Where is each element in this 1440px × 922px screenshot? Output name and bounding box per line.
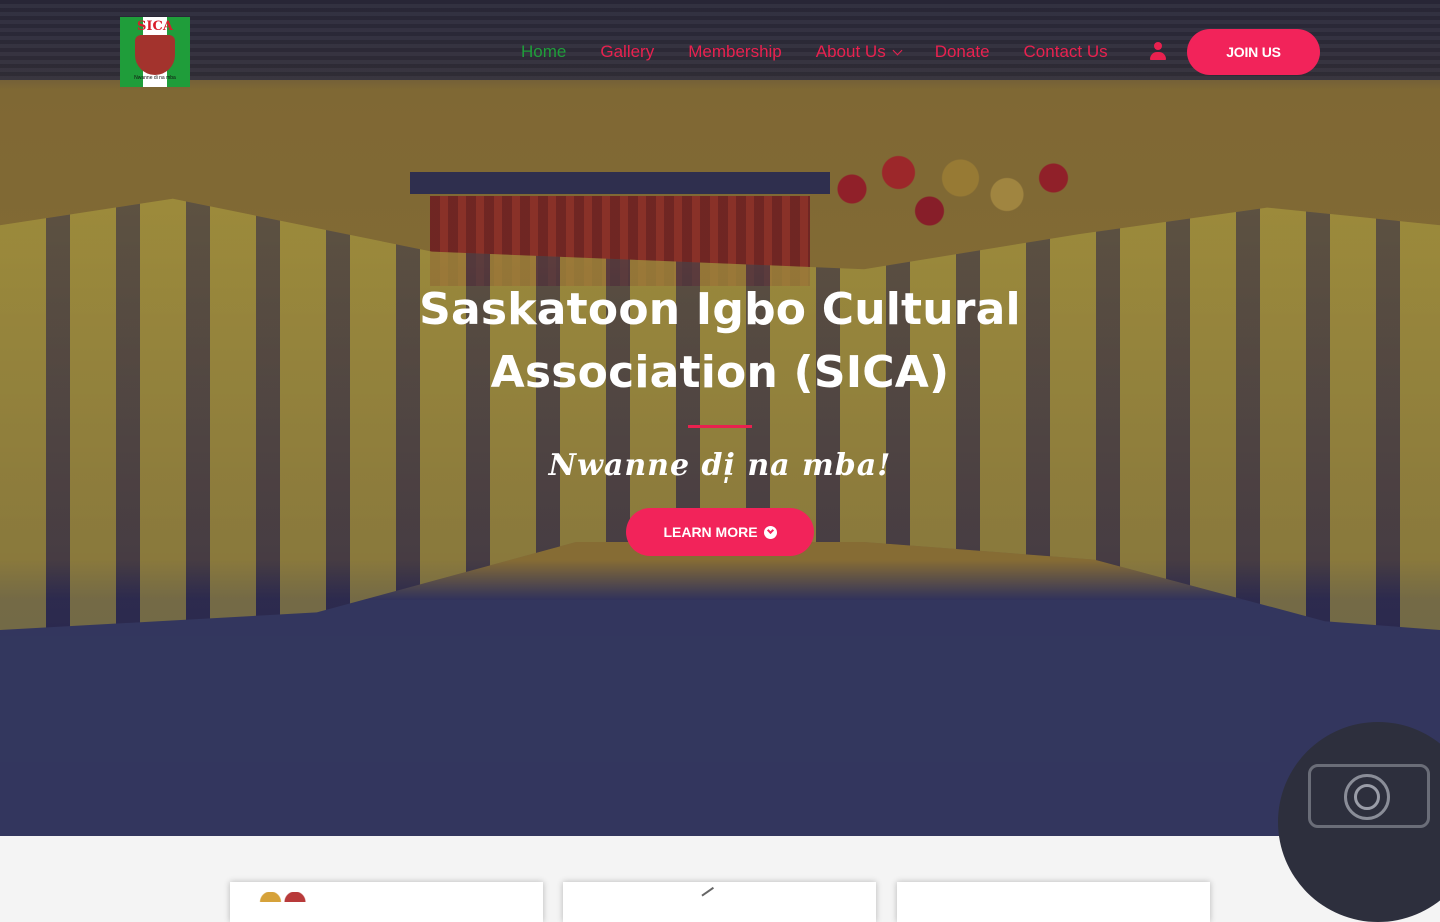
nav-item-donate[interactable]: Donate: [935, 42, 990, 62]
camera-lens-inner: [1354, 784, 1380, 810]
hero-title: Saskatoon Igbo Cultural Association (SIC…: [419, 284, 1021, 398]
nav-item-home[interactable]: Home: [521, 42, 566, 62]
hero-tagline: Nwanne di̩ na mba!: [548, 448, 892, 483]
hero-background: [0, 0, 1440, 836]
hero-overlay: [0, 0, 1440, 836]
learn-more-button[interactable]: LEARN MORE: [626, 508, 814, 556]
card-3[interactable]: [897, 882, 1210, 922]
user-icon-head: [1154, 42, 1162, 50]
card-2-image: [701, 886, 719, 904]
user-icon-body: [1150, 52, 1166, 60]
logo-shield-icon: [135, 35, 175, 75]
learn-more-label: LEARN MORE: [663, 524, 758, 540]
card-1-image: [246, 892, 316, 902]
nav-item-contact-us[interactable]: Contact Us: [1024, 42, 1108, 62]
card-1[interactable]: [230, 882, 543, 922]
site-logo[interactable]: SICA Nwanne di na mba: [120, 17, 190, 87]
logo-text: SICA: [137, 19, 173, 34]
nav-item-gallery[interactable]: Gallery: [600, 42, 654, 62]
join-us-button[interactable]: JOIN US: [1187, 29, 1320, 75]
nav-item-about-us[interactable]: About Us: [815, 42, 903, 62]
chevron-down-icon: [892, 45, 903, 56]
nav-item-membership[interactable]: Membership: [688, 42, 782, 62]
nav-item-about-us-label: About Us: [815, 42, 886, 61]
logo-motto: Nwanne di na mba: [134, 75, 176, 81]
title-divider: [688, 425, 752, 428]
user-icon[interactable]: [1149, 42, 1167, 61]
main-nav: Home Gallery Membership About Us Donate …: [521, 41, 1142, 63]
card-2[interactable]: [563, 882, 876, 922]
arrow-circle-down-icon: [763, 525, 777, 539]
